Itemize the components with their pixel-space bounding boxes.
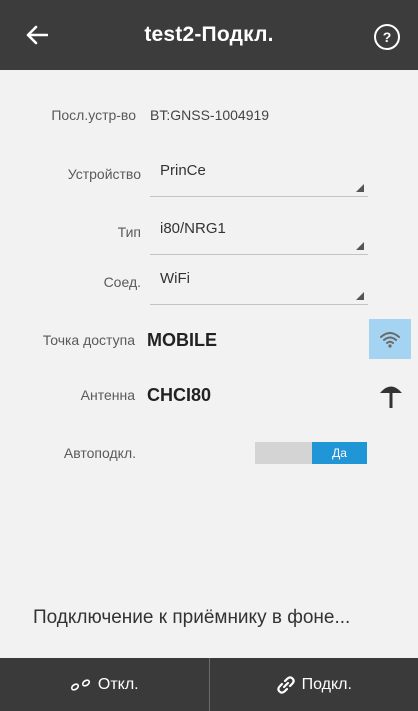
access-point-label: Точка доступа — [42, 332, 135, 348]
connection-select[interactable]: WiFi — [150, 260, 368, 305]
disconnect-label: Откл. — [97, 675, 139, 693]
access-point-row: Точка доступа MOBILE — [0, 318, 418, 362]
antenna-label: Антенна — [80, 387, 135, 403]
connect-button[interactable]: Подкл. — [210, 658, 418, 711]
dropdown-corner-icon — [356, 184, 364, 192]
help-icon: ? — [382, 29, 392, 45]
connection-value: WiFi — [160, 269, 190, 287]
last-device-label: Посл.устр-во — [51, 107, 136, 123]
dropdown-corner-icon — [356, 292, 364, 300]
broken-link-icon — [70, 678, 90, 691]
last-device-value: BT:GNSS-1004919 — [150, 107, 270, 123]
help-button[interactable]: ? — [374, 24, 400, 50]
type-value: i80/NRG1 — [160, 219, 226, 237]
device-row: Устройство PrinCe — [0, 152, 418, 197]
status-message: Подключение к приёмнику в фоне... — [33, 607, 351, 628]
page-title: test2-Подкл. — [144, 23, 274, 46]
device-select[interactable]: PrinCe — [150, 152, 368, 197]
type-row: Тип i80/NRG1 — [0, 210, 418, 255]
antenna-row: Антенна CHCI80 — [0, 373, 418, 417]
dropdown-corner-icon — [356, 242, 364, 250]
wifi-icon — [380, 332, 400, 348]
back-button[interactable] — [20, 18, 54, 52]
disconnect-button[interactable]: Откл. — [0, 658, 210, 711]
link-icon — [276, 675, 295, 694]
bottom-action-bar: Откл. Подкл. — [0, 658, 418, 711]
connection-row: Соед. WiFi — [0, 260, 418, 305]
antenna-icon[interactable] — [378, 382, 404, 410]
connect-label: Подкл. — [301, 675, 352, 693]
antenna-value: CHCI80 — [147, 384, 212, 405]
last-device-row: Посл.устр-во BT:GNSS-1004919 — [0, 93, 418, 137]
device-label: Устройство — [67, 166, 141, 182]
connection-label: Соед. — [103, 274, 141, 290]
device-value: PrinCe — [160, 161, 206, 179]
access-point-value: MOBILE — [147, 329, 217, 350]
autoconnect-label: Автоподкл. — [63, 445, 136, 461]
app-header: test2-Подкл. ? — [0, 0, 418, 70]
back-arrow-icon — [26, 25, 48, 45]
toggle-on-label: Да — [312, 442, 367, 464]
type-select[interactable]: i80/NRG1 — [150, 210, 368, 255]
type-label: Тип — [117, 224, 141, 240]
wifi-scan-button[interactable] — [369, 319, 411, 359]
autoconnect-toggle[interactable]: Да — [255, 442, 367, 464]
